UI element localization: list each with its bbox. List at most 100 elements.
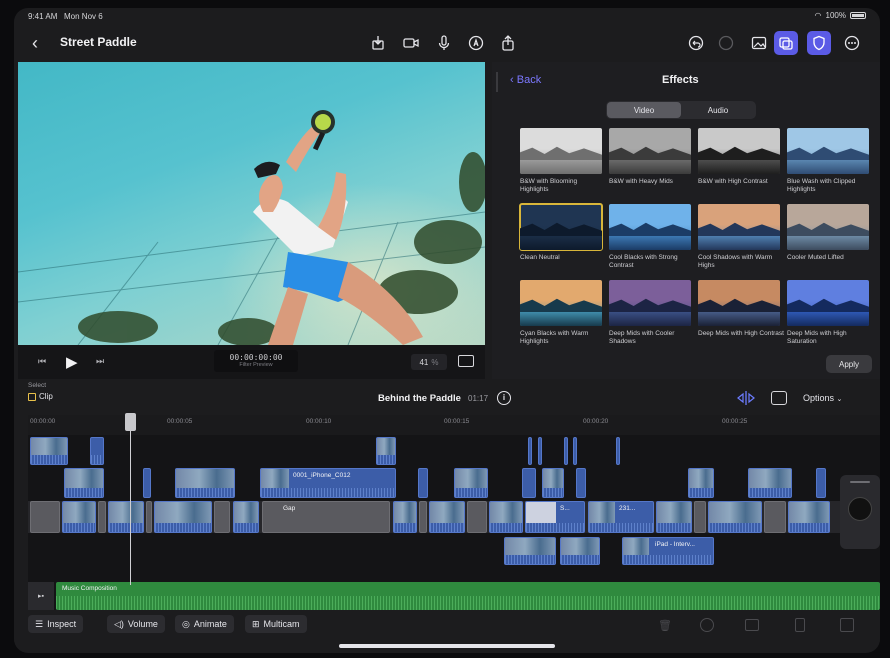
gap-clip[interactable]: Gap (262, 501, 390, 533)
connected-clip[interactable] (64, 468, 104, 498)
storyline-clip[interactable] (489, 501, 523, 533)
skip-back-icon[interactable]: ⏮ (38, 356, 46, 367)
effect-thumbnail[interactable] (698, 128, 780, 174)
storyline-clip[interactable] (708, 501, 762, 533)
storyline-clip[interactable] (154, 501, 212, 533)
connected-clip[interactable] (616, 437, 620, 465)
storyline-clip[interactable] (108, 501, 144, 533)
storyline-clip[interactable] (393, 501, 417, 533)
connected-clip[interactable] (542, 468, 564, 498)
browser-icon[interactable] (774, 31, 798, 55)
jog-wheel[interactable] (840, 475, 880, 549)
camera-icon[interactable] (399, 31, 423, 55)
effect-thumbnail[interactable] (520, 128, 602, 174)
timecode-display[interactable]: 00:00:00:00 Filter Preview (214, 350, 298, 372)
effect-thumbnail[interactable] (787, 128, 869, 174)
animate-button[interactable]: ◎ Animate (175, 615, 234, 633)
playhead-handle[interactable] (125, 413, 136, 431)
redo-icon[interactable] (714, 31, 738, 55)
effect-thumbnail[interactable] (609, 128, 691, 174)
effect-thumbnail[interactable] (609, 280, 691, 326)
connected-clip[interactable] (528, 437, 532, 465)
storyline-clip[interactable] (788, 501, 830, 533)
music-track[interactable]: ▸▪ Music Composition (28, 582, 880, 610)
connected-clip[interactable] (376, 437, 396, 465)
connected-clip[interactable] (175, 468, 235, 498)
more-icon[interactable] (840, 31, 864, 55)
gap-clip[interactable] (214, 501, 230, 533)
connected-clip[interactable] (816, 468, 826, 498)
effect-thumbnail[interactable] (787, 204, 869, 250)
skip-forward-icon[interactable]: ⏭ (96, 356, 104, 367)
effect-thumbnail[interactable] (698, 280, 780, 326)
undo-icon[interactable] (684, 31, 708, 55)
viewer-options-icon[interactable] (458, 355, 474, 367)
volume-button[interactable]: ◁) Volume (107, 615, 165, 633)
snapping-icon[interactable] (736, 390, 756, 406)
apply-button[interactable]: Apply (826, 355, 872, 373)
zoom-control[interactable]: 41% (411, 354, 447, 370)
audio-skimming-icon[interactable] (771, 391, 787, 405)
photos-icon[interactable] (747, 31, 771, 55)
video-viewer[interactable] (18, 62, 485, 345)
connected-clip[interactable] (454, 468, 488, 498)
jog-handle[interactable] (850, 481, 870, 483)
pen-icon[interactable] (464, 31, 488, 55)
connected-clip[interactable] (90, 437, 104, 465)
microphone-icon[interactable] (432, 31, 456, 55)
connected-clip[interactable] (418, 468, 428, 498)
storyline-clip[interactable] (429, 501, 465, 533)
storyline-clip[interactable] (62, 501, 96, 533)
effect-thumbnail[interactable] (609, 204, 691, 250)
gap-clip[interactable] (694, 501, 706, 533)
retime-icon[interactable] (700, 618, 714, 632)
gap-clip[interactable] (146, 501, 152, 533)
gap-clip[interactable] (30, 501, 60, 533)
effect-thumbnail[interactable] (519, 203, 603, 251)
inspector-shield-icon[interactable] (807, 31, 831, 55)
gap-clip[interactable] (98, 501, 106, 533)
connected-clip-iphone[interactable]: 0001_iPhone_C012 (260, 468, 396, 498)
jog-dial[interactable] (848, 497, 872, 521)
import-icon[interactable] (366, 31, 390, 55)
connected-clip[interactable] (688, 468, 714, 498)
connected-clip[interactable] (573, 437, 577, 465)
split-icon[interactable] (795, 618, 805, 632)
storyline-clip-s[interactable]: S... (525, 501, 585, 533)
clip-selector[interactable]: Clip (28, 392, 53, 401)
connected-clip[interactable] (30, 437, 68, 465)
share-icon[interactable] (496, 31, 520, 55)
detach-icon[interactable] (745, 619, 759, 631)
connected-clip[interactable] (538, 437, 542, 465)
inspect-button[interactable]: ☰ Inspect (28, 615, 84, 633)
play-icon[interactable]: ▶ (66, 353, 78, 371)
effect-thumbnail[interactable] (698, 204, 780, 250)
home-indicator[interactable] (339, 644, 555, 648)
music-clip[interactable]: Music Composition (56, 582, 880, 610)
effect-thumbnail[interactable] (520, 280, 602, 326)
connected-clip[interactable] (576, 468, 586, 498)
connected-clip[interactable] (143, 468, 151, 498)
gap-clip[interactable] (467, 501, 487, 533)
storyline-clip[interactable] (233, 501, 259, 533)
options-menu[interactable]: Options ⌄ (803, 393, 842, 403)
playhead[interactable] (130, 415, 131, 585)
music-track-handle[interactable]: ▸▪ (28, 582, 54, 610)
connected-clip[interactable] (522, 468, 536, 498)
storyline-clip-231[interactable]: 231... (588, 501, 654, 533)
connected-clip[interactable] (748, 468, 792, 498)
connected-clip[interactable] (560, 537, 600, 565)
connected-clip[interactable] (504, 537, 556, 565)
timeline-ruler[interactable]: 00:00:00 00:00:05 00:00:10 00:00:15 00:0… (28, 415, 880, 435)
replace-icon[interactable] (840, 618, 854, 632)
back-chevron-icon[interactable]: ‹ (32, 33, 50, 53)
info-icon[interactable]: i (497, 391, 511, 405)
storyline-clip[interactable] (656, 501, 692, 533)
connected-clip[interactable] (564, 437, 568, 465)
multicam-button[interactable]: ⊞ Multicam (245, 615, 307, 633)
gap-clip[interactable] (419, 501, 427, 533)
gap-clip[interactable] (764, 501, 786, 533)
connected-clip-ipad[interactable]: iPad - Interv... (622, 537, 714, 565)
effect-thumbnail[interactable] (787, 280, 869, 326)
delete-icon[interactable]: 🗑︎ (658, 619, 672, 632)
